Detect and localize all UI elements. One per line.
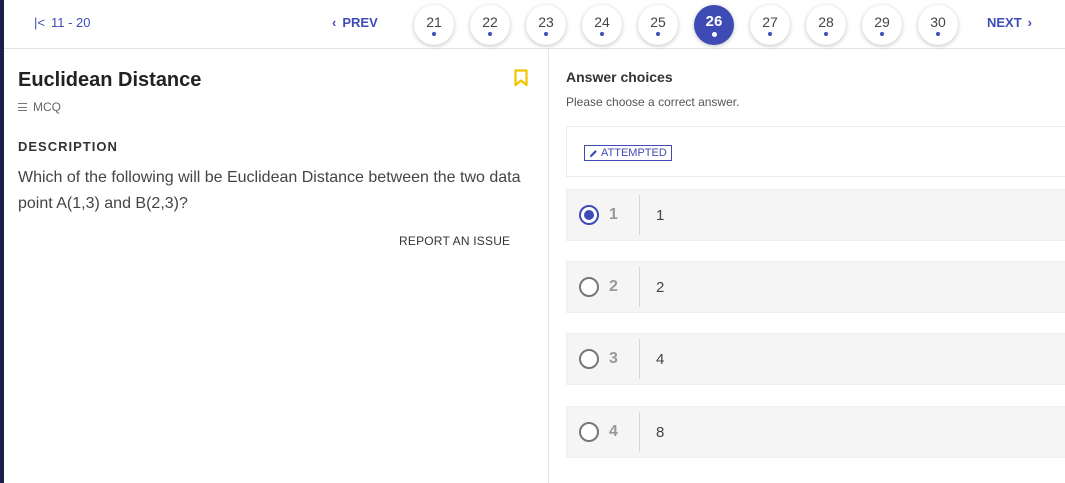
question-panel: Euclidean Distance MCQ DESCRIPTION Which… — [4, 49, 549, 483]
answer-choices-heading: Answer choices — [566, 69, 673, 85]
page-button-21[interactable]: 21 — [414, 5, 454, 45]
answer-choice-1[interactable]: 1 1 — [566, 189, 1065, 241]
answer-panel: Answer choices Please choose a correct a… — [550, 49, 1065, 483]
page-button-28[interactable]: 28 — [806, 5, 846, 45]
chevron-left-icon: ‹ — [332, 15, 337, 30]
answer-choice-4[interactable]: 4 8 — [566, 406, 1065, 458]
page-number: 30 — [930, 14, 946, 30]
attempted-dot — [544, 32, 548, 36]
page-number: 25 — [650, 14, 666, 30]
choice-text: 1 — [656, 206, 665, 224]
range-label: 11 - 20 — [50, 15, 91, 30]
choice-divider — [639, 195, 640, 235]
radio-selected[interactable] — [579, 205, 599, 225]
question-type: MCQ — [18, 100, 61, 114]
choice-divider — [639, 267, 640, 307]
choice-number: 2 — [609, 278, 618, 295]
bookmark-icon[interactable] — [514, 69, 528, 87]
answer-choice-3[interactable]: 3 4 — [566, 333, 1065, 385]
first-page-icon: |< — [34, 15, 45, 30]
page-button-29[interactable]: 29 — [862, 5, 902, 45]
range-back-button[interactable]: |< 11 - 20 — [34, 15, 90, 30]
attempted-dot — [711, 32, 717, 37]
attempted-dot — [600, 32, 604, 36]
attempted-dot — [656, 32, 660, 36]
pencil-icon — [589, 149, 597, 157]
page-list: 21 22 23 24 25 26 27 28 29 30 — [414, 5, 958, 45]
page-number: 22 — [482, 14, 498, 30]
attempt-status-box: ATTEMPTED — [566, 126, 1065, 177]
page-button-25[interactable]: 25 — [638, 5, 678, 45]
prev-button[interactable]: ‹ PREV — [332, 15, 378, 30]
description-text: Which of the following will be Euclidean… — [18, 169, 521, 212]
chevron-right-icon: › — [1027, 15, 1033, 30]
page-number: 21 — [426, 14, 442, 30]
page-number: 29 — [874, 14, 890, 30]
question-type-label: MCQ — [33, 100, 61, 114]
attempted-dot — [488, 32, 492, 36]
radio-unselected[interactable] — [579, 349, 599, 369]
page-button-30[interactable]: 30 — [918, 5, 958, 45]
choice-text: 4 — [656, 350, 665, 368]
page-number: 23 — [538, 14, 554, 30]
page-button-23[interactable]: 23 — [526, 5, 566, 45]
choice-text: 2 — [656, 278, 665, 296]
description-heading: DESCRIPTION — [18, 139, 118, 154]
page-button-22[interactable]: 22 — [470, 5, 510, 45]
attempted-dot — [824, 32, 828, 36]
page-number: 27 — [762, 14, 778, 30]
prev-label: PREV — [342, 15, 378, 30]
list-icon — [18, 103, 27, 111]
choice-divider — [639, 339, 640, 379]
choice-number: 1 — [609, 206, 618, 223]
attempted-dot — [936, 32, 940, 36]
attempted-badge: ATTEMPTED — [584, 145, 672, 161]
choice-number: 3 — [609, 350, 618, 367]
page-button-27[interactable]: 27 — [750, 5, 790, 45]
choice-number: 4 — [609, 423, 618, 440]
page-number: 28 — [818, 14, 834, 30]
next-label: NEXT — [987, 15, 1022, 30]
question-title: Euclidean Distance — [18, 69, 202, 91]
page-number: 24 — [594, 14, 610, 30]
attempted-label: ATTEMPTED — [601, 147, 667, 159]
attempted-dot — [768, 32, 772, 36]
attempted-dot — [432, 32, 436, 36]
report-issue-link[interactable]: REPORT AN ISSUE — [399, 234, 510, 248]
page-number: 26 — [705, 13, 723, 30]
page-button-24[interactable]: 24 — [582, 5, 622, 45]
answer-choice-2[interactable]: 2 2 — [566, 261, 1065, 313]
answer-choices-subheading: Please choose a correct answer. — [566, 95, 740, 109]
radio-unselected[interactable] — [579, 277, 599, 297]
radio-unselected[interactable] — [579, 422, 599, 442]
next-button[interactable]: NEXT › — [987, 15, 1032, 30]
choice-text: 8 — [656, 423, 665, 441]
question-navigation: |< 11 - 20 ‹ PREV 21 22 23 24 25 26 27 2… — [4, 0, 1065, 49]
choice-divider — [639, 412, 640, 452]
attempted-dot — [880, 32, 884, 36]
page-button-26-active[interactable]: 26 — [694, 5, 734, 45]
